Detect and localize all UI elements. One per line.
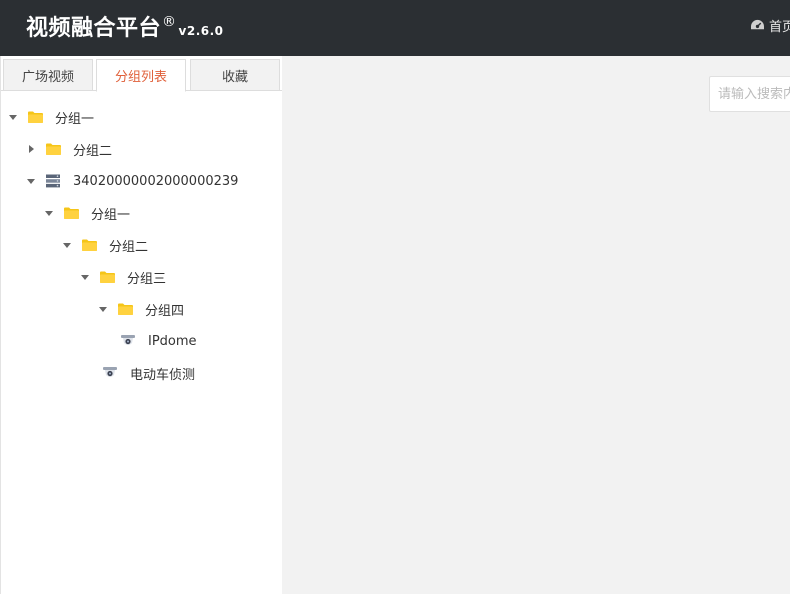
expand-caret-icon[interactable] <box>26 144 36 154</box>
folder-icon <box>27 110 43 124</box>
tree-node-label: 电动车侦测 <box>130 367 196 383</box>
tree-node-label: 分组一 <box>55 111 95 127</box>
app-title: 视频融合平台 <box>26 16 162 41</box>
tree-node-label: 分组二 <box>109 239 149 255</box>
tab-square-video[interactable]: 广场视频 <box>3 59 93 91</box>
expand-caret-icon[interactable] <box>26 176 36 186</box>
tree-node-label: IPdome <box>148 333 197 349</box>
tree-node-group-1[interactable]: 分组一 <box>8 105 94 129</box>
app-version: v2.6.0 <box>178 24 224 38</box>
expand-caret-icon[interactable] <box>62 240 72 250</box>
tree-node-label: 分组三 <box>127 271 167 287</box>
home-nav-link[interactable]: 首页 <box>750 16 790 35</box>
expand-caret-icon[interactable] <box>98 304 108 314</box>
tree-node-label: 分组二 <box>73 143 113 159</box>
tree-node-subgroup-4[interactable]: 分组四 <box>98 297 184 321</box>
tree-node-camera-ev-detect[interactable]: 电动车侦测 <box>102 361 195 385</box>
tab-group-list[interactable]: 分组列表 <box>96 59 186 92</box>
tree-node-label: 分组一 <box>91 207 131 223</box>
server-icon <box>45 174 61 188</box>
sidebar-tabs: 广场视频 分组列表 收藏 <box>1 56 282 92</box>
search-input[interactable] <box>709 76 790 112</box>
camera-icon <box>102 366 118 380</box>
tab-favorites[interactable]: 收藏 <box>190 59 280 91</box>
expand-caret-icon[interactable] <box>8 112 18 122</box>
tree-node-subgroup-2[interactable]: 分组二 <box>62 233 148 257</box>
folder-icon <box>45 142 61 156</box>
folder-icon <box>81 238 97 252</box>
tree-node-label: 分组四 <box>145 303 185 319</box>
expand-caret-icon[interactable] <box>80 272 90 282</box>
tree-node-subgroup-1[interactable]: 分组一 <box>44 201 130 225</box>
brand-title: 视频融合平台®v2.6.0 <box>26 10 224 42</box>
dashboard-icon <box>751 19 764 30</box>
home-label: 首页 <box>769 20 790 35</box>
registered-mark: ® <box>162 14 177 30</box>
tree-node-group-2[interactable]: 分组二 <box>26 137 112 161</box>
camera-icon <box>120 334 136 348</box>
folder-icon <box>99 270 115 284</box>
folder-icon <box>63 206 79 220</box>
tree-node-camera-ipdome[interactable]: IPdome <box>120 329 197 353</box>
tree-node-device-server[interactable]: 34020000002000000239 <box>26 169 238 193</box>
sidebar-panel: 广场视频 分组列表 收藏 分组一 分组二 3402000000200000023… <box>0 56 282 594</box>
folder-icon <box>117 302 133 316</box>
tree-node-subgroup-3[interactable]: 分组三 <box>80 265 166 289</box>
tree-node-label: 34020000002000000239 <box>73 173 239 189</box>
top-header: 视频融合平台®v2.6.0 首页 <box>0 0 790 56</box>
expand-caret-icon[interactable] <box>44 208 54 218</box>
